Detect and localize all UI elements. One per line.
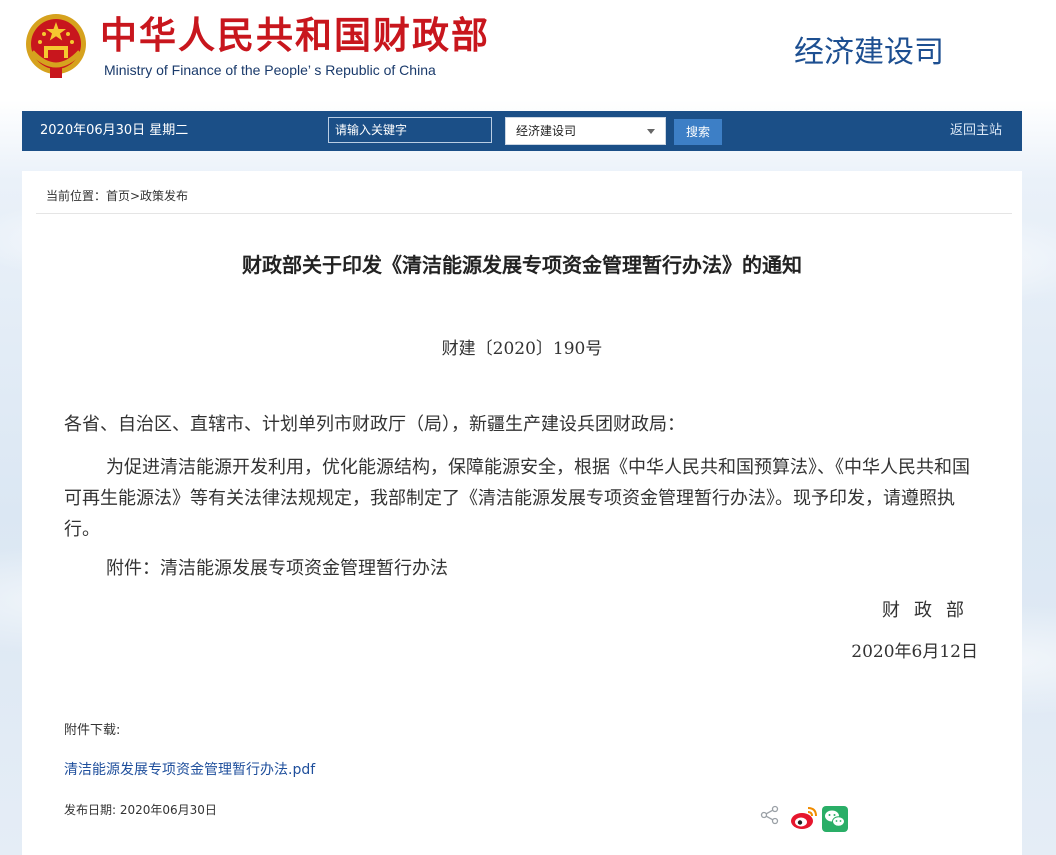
site-header: 中华人民共和国财政部 Ministry of Finance of the Pe… [0,0,1056,108]
current-date: 2020年06月30日 星期二 [40,123,189,138]
article-paragraph: 为促进清洁能源开发利用，优化能源结构，保障能源安全，根据《中华人民共和国预算法》… [64,457,970,540]
attachment-pdf-link[interactable]: 清洁能源发展专项资金管理暂行办法.pdf [64,759,315,779]
site-title-en: Ministry of Finance of the People’ s Rep… [104,62,436,78]
breadcrumb-divider [36,213,1012,214]
department-select-value: 经济建设司 [516,124,577,138]
department-name: 经济建设司 [794,35,944,70]
search-input[interactable] [328,117,492,143]
weibo-icon[interactable] [790,805,818,831]
national-emblem-icon [26,14,86,78]
document-number: 财建〔2020〕190号 [441,339,603,359]
article-addressee: 各省、自治区、直辖市、计划单列市财政厅（局），新疆生产建设兵团财政局： [64,414,685,435]
article-title: 财政部关于印发《清洁能源发展专项资金管理暂行办法》的通知 [242,253,802,277]
return-home-link[interactable]: 返回主站 [950,111,1002,151]
wechat-icon[interactable] [822,806,848,832]
share-icon[interactable] [760,805,780,825]
nav-bar: 2020年06月30日 星期二 经济建设司 搜索 返回主站 [22,111,1022,151]
article-attachment-line: 附件：清洁能源发展专项资金管理暂行办法 [106,558,448,579]
signature-organization: 财政部 [882,600,978,621]
chevron-down-icon [647,129,655,134]
signature-date: 2020年6月12日 [851,642,978,662]
breadcrumb: 当前位置：首页>政策发布 [46,189,189,203]
content-panel: 当前位置：首页>政策发布 财政部关于印发《清洁能源发展专项资金管理暂行办法》的通… [22,171,1022,855]
site-title-cn: 中华人民共和国财政部 [100,14,490,57]
search-button[interactable]: 搜索 [674,119,722,145]
department-select[interactable]: 经济建设司 [505,117,666,145]
attachment-download-label: 附件下载: [64,723,121,738]
publish-date: 发布日期: 2020年06月30日 [64,803,217,817]
